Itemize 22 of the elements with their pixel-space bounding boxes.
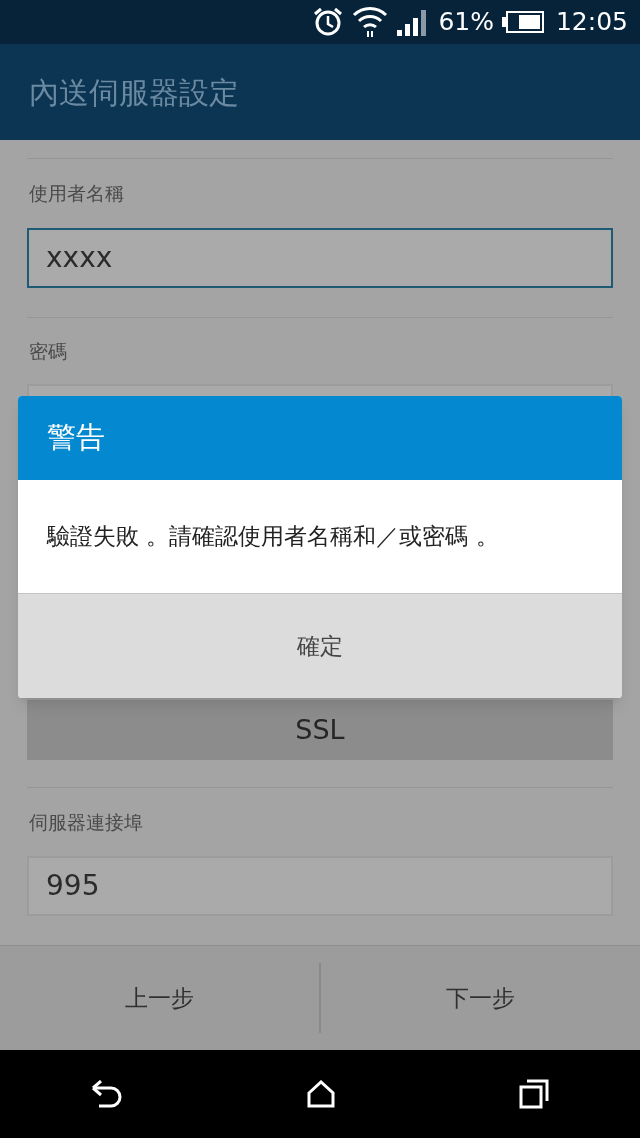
field-label: 伺服器連接埠 <box>29 809 143 835</box>
screen-title: 內送伺服器設定 <box>29 73 239 112</box>
field-label: 使用者名稱 <box>29 181 124 207</box>
text-field[interactable]: 995 <box>27 856 613 916</box>
home-icon[interactable] <box>306 1080 336 1108</box>
back-icon[interactable] <box>91 1080 124 1108</box>
wifi-icon <box>352 5 389 39</box>
field-value: xxxx <box>46 240 113 276</box>
clock-time: 12:05 <box>555 6 628 39</box>
alarm-clock-icon <box>312 6 345 38</box>
battery-icon <box>501 11 544 33</box>
field-label: 密碼 <box>29 338 67 364</box>
recent-apps-icon[interactable] <box>518 1079 549 1109</box>
text-field[interactable]: xxxx <box>27 228 613 288</box>
dialog-title: 警告 <box>47 419 105 457</box>
security-type-button[interactable]: SSL <box>27 700 613 760</box>
battery-percent: 61% <box>438 6 494 39</box>
dialog-message: 驗證失敗 。請確認使用者名稱和／或密碼 。 <box>47 522 499 552</box>
step-button[interactable]: 下一步 <box>321 963 640 1033</box>
confirm-button[interactable]: 確定 <box>18 593 622 698</box>
step-button[interactable]: 上一步 <box>0 963 319 1033</box>
field-value: 995 <box>46 868 100 904</box>
